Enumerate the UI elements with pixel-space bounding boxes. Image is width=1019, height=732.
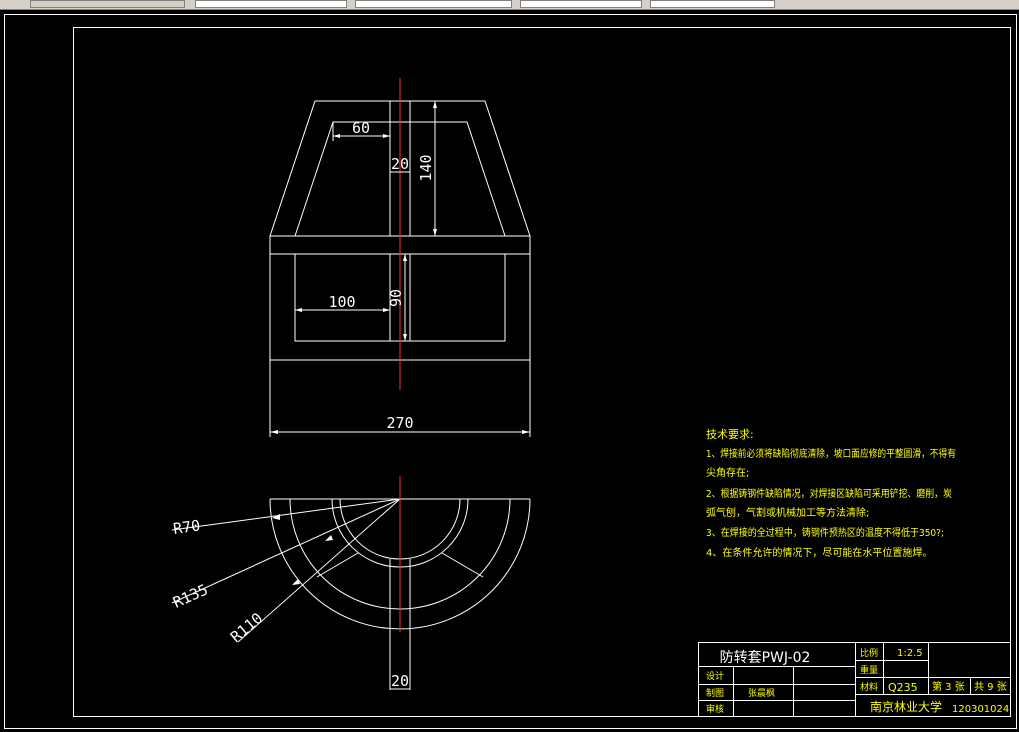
dim-inner-height: 90 [387, 289, 405, 307]
weight-label: 重量 [860, 664, 878, 676]
drawing-frame [73, 27, 1011, 717]
technical-notes: 技术要求: 1、焊接前必须将缺陷彻底清除，坡口面应修的平整圆滑，不得有 尖角存在… [706, 428, 956, 559]
notes-line: 4、在条件允许的情况下，尽可能在水平位置施焊。 [706, 546, 932, 559]
sheet-total: 共 9 张 [974, 681, 1007, 693]
dim-height: 140 [417, 154, 435, 181]
paper-border [4, 14, 1017, 729]
notes-title: 技术要求: [706, 428, 754, 441]
notes-line: 1、焊接前必须将缺陷彻底清除，坡口面应修的平整圆滑，不得有 [706, 447, 956, 460]
toolbar-field[interactable] [650, 0, 775, 8]
dim-top-width: 60 [352, 119, 370, 137]
notes-line: 2、根据铸钢件缺陷情况，对焊接区缺陷可采用铲挖、磨削，炭 [706, 487, 952, 500]
material-value: Q235 [888, 681, 918, 694]
dim-overall-width: 270 [386, 414, 413, 432]
notes-line: 3、在焊接的全过程中，铸钢件预热区的温度不得低于350?; [706, 526, 944, 539]
toolbar-field[interactable] [355, 0, 512, 8]
top-view [171, 498, 531, 690]
toolbar-field[interactable] [520, 0, 642, 8]
scale-value: 1:2.5 [897, 648, 923, 659]
scale-label: 比例 [860, 647, 878, 659]
radius-mid-label: R110 [227, 609, 266, 646]
drawn-name: 张晨枫 [748, 687, 775, 699]
dim-slot-width: 20 [391, 155, 409, 173]
material-label: 材料 [860, 681, 878, 693]
dim-inner-width: 100 [328, 293, 355, 311]
sheet-number: 第 3 张 [932, 680, 965, 693]
student-id: 120301024 [952, 704, 1009, 715]
radius-inner-label: R70 [172, 516, 201, 538]
toolbar-field[interactable] [195, 0, 347, 8]
notes-line: 弧气刨，气割或机械加工等方法清除; [706, 506, 869, 519]
review-label: 审核 [706, 703, 724, 715]
radius-outer-label: R135 [170, 581, 210, 612]
dim-bottom-slot: 20 [391, 672, 409, 690]
school-name: 南京林业大学 [870, 699, 942, 714]
notes-line: 尖角存在; [706, 466, 749, 479]
part-name: 防转套PWJ-02 [720, 650, 811, 666]
toolbar-field[interactable] [30, 0, 185, 8]
design-label: 设计 [706, 670, 724, 682]
cad-drawing-canvas[interactable]: 60 20 140 100 90 270 R70 R135 R110 20 技术… [0, 9, 1019, 732]
drawn-label: 制图 [706, 687, 724, 699]
